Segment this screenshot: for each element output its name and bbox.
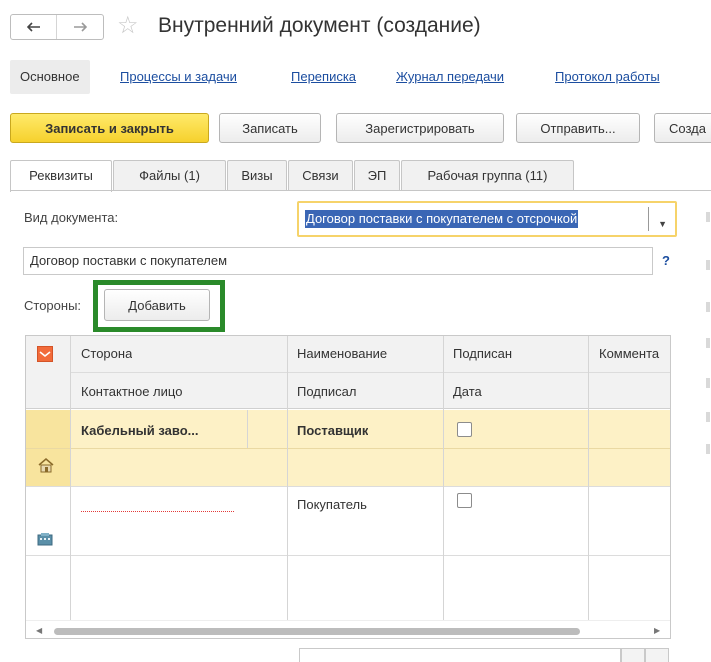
- row1-role[interactable]: Поставщик: [297, 423, 368, 438]
- row-divider: [26, 555, 670, 556]
- bottom-field-button[interactable]: [645, 648, 669, 662]
- tab-links[interactable]: Связи: [288, 160, 353, 191]
- table-settings-icon[interactable]: [37, 346, 53, 362]
- row1-party[interactable]: Кабельный заво...: [81, 423, 199, 438]
- column-header-comment[interactable]: Коммента: [599, 346, 670, 361]
- arrow-right-icon: [74, 22, 87, 32]
- forward-button[interactable]: [57, 15, 103, 39]
- scroll-right-icon[interactable]: ▶: [654, 626, 660, 635]
- row2-role[interactable]: Покупатель: [297, 497, 367, 512]
- section-tab-transfer-log[interactable]: Журнал передачи: [396, 60, 504, 94]
- send-button[interactable]: Отправить...: [516, 113, 640, 143]
- window-title: Внутренний документ (создание): [158, 14, 481, 37]
- bottom-field[interactable]: [299, 648, 621, 662]
- row-split: [26, 448, 670, 449]
- row2-signed-checkbox[interactable]: [457, 493, 472, 508]
- edge-mark: [706, 378, 710, 388]
- tab-workgroup[interactable]: Рабочая группа (11): [401, 160, 574, 191]
- tabs-divider: [10, 190, 711, 191]
- section-tab-work-log[interactable]: Протокол работы: [555, 60, 660, 94]
- scrollbar-thumb[interactable]: [54, 628, 580, 635]
- save-button[interactable]: Записать: [219, 113, 321, 143]
- edge-mark: [706, 260, 710, 270]
- parties-table: Сторона Наименование Подписан Коммента К…: [25, 335, 671, 639]
- section-tab-processes[interactable]: Процессы и задачи: [120, 60, 237, 94]
- back-button[interactable]: [11, 15, 58, 39]
- column-divider: [443, 336, 444, 620]
- document-name-field[interactable]: Договор поставки с покупателем: [23, 247, 653, 275]
- edge-mark: [706, 302, 710, 312]
- navigation-buttons: [10, 14, 104, 40]
- save-and-close-button[interactable]: Записать и закрыть: [10, 113, 209, 143]
- column-divider: [588, 336, 589, 620]
- doctype-field[interactable]: Договор поставки с покупателем с отсрочк…: [297, 201, 677, 237]
- column-header-name[interactable]: Наименование: [297, 346, 387, 361]
- column-divider: [70, 336, 71, 620]
- column-divider: [247, 410, 248, 448]
- column-header-contact[interactable]: Контактное лицо: [81, 384, 182, 399]
- chevron-down-icon[interactable]: ▼: [658, 211, 667, 235]
- column-divider: [287, 336, 288, 620]
- doctype-value: Договор поставки с покупателем с отсрочк…: [305, 210, 579, 228]
- edge-mark: [706, 212, 710, 222]
- help-icon[interactable]: ?: [662, 253, 670, 268]
- doctype-label: Вид документа:: [24, 210, 119, 225]
- window-titlebar: ☆ Внутренний документ (создание): [0, 0, 711, 55]
- edge-mark: [706, 338, 710, 348]
- doctype-separator: [648, 207, 649, 231]
- section-tab-correspondence[interactable]: Переписка: [291, 60, 356, 94]
- scroll-left-icon[interactable]: ◀: [36, 626, 42, 635]
- parties-label: Стороны:: [24, 298, 82, 313]
- tab-signature[interactable]: ЭП: [354, 160, 400, 191]
- command-bar: Записать и закрыть Записать Зарегистриро…: [0, 113, 711, 145]
- tab-files[interactable]: Файлы (1): [113, 160, 226, 191]
- bottom-field-button[interactable]: [621, 648, 645, 662]
- column-header-signed[interactable]: Подписан: [453, 346, 512, 361]
- column-header-date[interactable]: Дата: [453, 384, 482, 399]
- row-divider: [26, 486, 670, 487]
- header-divider: [70, 372, 670, 373]
- horizontal-scrollbar[interactable]: ◀ ▶: [26, 620, 670, 638]
- section-tab-main[interactable]: Основное: [10, 60, 90, 94]
- star-icon[interactable]: ☆: [117, 12, 139, 38]
- create-button[interactable]: Созда: [654, 113, 711, 143]
- column-header-signed-by[interactable]: Подписал: [297, 384, 357, 399]
- register-button[interactable]: Зарегистрировать: [336, 113, 504, 143]
- column-header-party[interactable]: Сторона: [81, 346, 132, 361]
- tab-visas[interactable]: Визы: [227, 160, 287, 191]
- building-icon: [36, 532, 54, 548]
- row2-party-empty[interactable]: [81, 511, 234, 512]
- edge-mark: [706, 412, 710, 422]
- edge-mark: [706, 444, 710, 454]
- add-party-button[interactable]: Добавить: [104, 289, 210, 321]
- tab-requisites[interactable]: Реквизиты: [10, 160, 112, 192]
- house-icon: [37, 457, 55, 475]
- row1-signed-checkbox[interactable]: [457, 422, 472, 437]
- arrow-left-icon: [26, 22, 40, 32]
